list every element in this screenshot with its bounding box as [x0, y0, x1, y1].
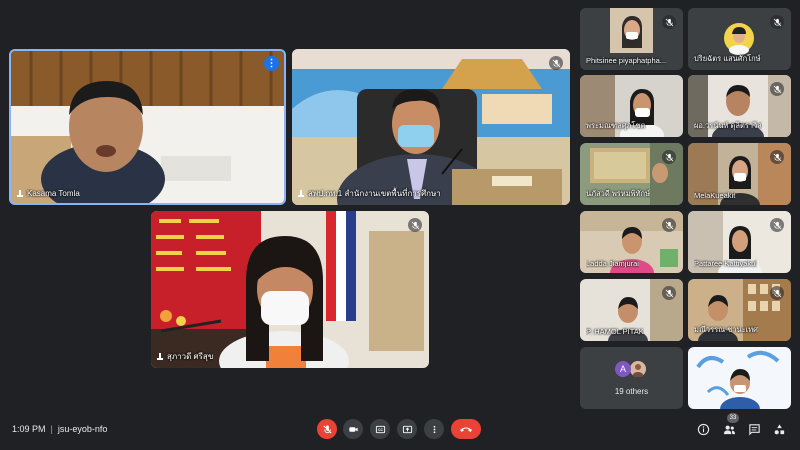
video-feed [151, 211, 429, 368]
mic-off-icon [322, 424, 332, 434]
avatar [630, 361, 646, 377]
participant-tile-pinned[interactable]: ⋮ Kasama Tomla [9, 49, 286, 205]
video-feed [11, 51, 284, 203]
activities-button[interactable] [771, 421, 787, 437]
participant-tile[interactable] [688, 347, 791, 409]
video-feed [688, 347, 791, 409]
participant-tile[interactable]: ปริยฉัตร แสนศักโกษ์ [688, 8, 791, 70]
participant-tile[interactable]: ผอ.วรนันท์ ดุลิตราวิส [688, 75, 791, 137]
participant-tile[interactable]: P. HAMOL PITAK [580, 279, 683, 341]
mic-off-icon [773, 221, 781, 229]
mic-off-indicator [408, 218, 422, 232]
call-end-icon [460, 427, 472, 432]
mic-off-indicator [770, 218, 784, 232]
others-tile[interactable]: A 19 others [580, 347, 683, 409]
participant-name: Ladda Jiamjurai [586, 259, 639, 268]
participant-tile[interactable]: Pattaree Kattiyakul [688, 211, 791, 273]
participant-name: สพป.กท.1 สำนักงานเขตพื้นที่การศึกษา [308, 189, 441, 198]
svg-text:CC: CC [378, 427, 383, 431]
chat-icon [748, 423, 760, 435]
people-icon [723, 425, 735, 434]
mic-off-indicator [770, 82, 784, 96]
info-icon [697, 423, 709, 435]
tile-options-button[interactable]: ⋮ [264, 56, 279, 71]
participant-name: มณีวรรณ ชานะเทศ [694, 325, 758, 334]
mic-off-icon [773, 153, 781, 161]
participant-tile[interactable]: มณีวรรณ ชานะเทศ [688, 279, 791, 341]
video-feed [292, 49, 570, 205]
participants-button[interactable] [721, 421, 737, 437]
pin-icon [17, 190, 23, 197]
avatar-photo [630, 361, 646, 377]
activities-icon [774, 423, 784, 434]
chat-button[interactable] [746, 421, 762, 437]
participant-name: นภัสวดี พรหมพิทักษ์ [586, 189, 651, 198]
participant-name: Phitsinee piyaphatpha... [586, 56, 667, 65]
mic-off-icon [665, 153, 673, 161]
present-icon [402, 425, 412, 433]
mic-toggle-button[interactable] [317, 419, 337, 439]
participant-name: MelaKueakit [694, 191, 736, 200]
meeting-info: 1:09 PM | jsu-eyob-nfo [12, 424, 107, 434]
mic-off-icon [552, 59, 560, 67]
separator: | [50, 424, 53, 434]
participant-tile[interactable]: นภัสวดี พรหมพิทักษ์ [580, 143, 683, 205]
mic-off-icon [411, 221, 419, 229]
mic-off-icon [773, 18, 781, 26]
mic-off-icon [665, 221, 673, 229]
participant-name: P. HAMOL PITAK [586, 327, 644, 336]
more-options-button[interactable] [424, 419, 444, 439]
avatar: A [615, 361, 631, 377]
participant-tile[interactable]: Ladda Jiamjurai [580, 211, 683, 273]
participant-tile[interactable]: สพป.กท.1 สำนักงานเขตพื้นที่การศึกษา [292, 49, 570, 205]
participant-name: ผอ.วรนันท์ ดุลิตราวิส [694, 121, 762, 130]
camera-icon [348, 426, 358, 432]
participant-tile[interactable]: MelaKueakit [688, 143, 791, 205]
pin-icon [298, 190, 304, 197]
more-vert-icon [433, 425, 435, 433]
mic-off-icon [773, 85, 781, 93]
participant-tile[interactable]: สุภาวดี ศรีสุข [151, 211, 429, 368]
mic-off-icon [665, 18, 673, 26]
mic-off-indicator [549, 56, 563, 70]
leave-call-button[interactable] [451, 419, 481, 439]
present-button[interactable] [397, 419, 417, 439]
mic-off-indicator [662, 150, 676, 164]
participant-name: Pattaree Kattiyakul [694, 259, 757, 268]
participant-name: สุภาวดี ศรีสุข [167, 352, 214, 361]
mic-off-icon [665, 289, 673, 297]
meeting-details-button[interactable] [695, 421, 711, 437]
captions-icon: CC [375, 425, 385, 433]
participant-name: พระมณฑลศุภโชค [586, 121, 646, 130]
meeting-time: 1:09 PM [12, 424, 46, 434]
participant-tile[interactable]: Phitsinee piyaphatpha... [580, 8, 683, 70]
participant-tile[interactable]: พระมณฑลศุภโชค [580, 75, 683, 137]
mic-off-indicator [662, 286, 676, 300]
mic-off-indicator [662, 15, 676, 29]
captions-button[interactable]: CC [370, 419, 390, 439]
others-label: 19 others [614, 387, 649, 396]
mic-off-indicator [662, 218, 676, 232]
pin-icon [157, 353, 163, 360]
mic-off-indicator [770, 15, 784, 29]
participants-count-badge: 33 [727, 413, 739, 423]
participant-name: Kasama Tomla [27, 189, 80, 198]
camera-toggle-button[interactable] [343, 419, 363, 439]
mic-off-indicator [770, 286, 784, 300]
meeting-code: jsu-eyob-nfo [57, 424, 108, 434]
participant-name: ปริยฉัตร แสนศักโกษ์ [694, 54, 761, 63]
mic-off-icon [773, 289, 781, 297]
mic-off-indicator [770, 150, 784, 164]
